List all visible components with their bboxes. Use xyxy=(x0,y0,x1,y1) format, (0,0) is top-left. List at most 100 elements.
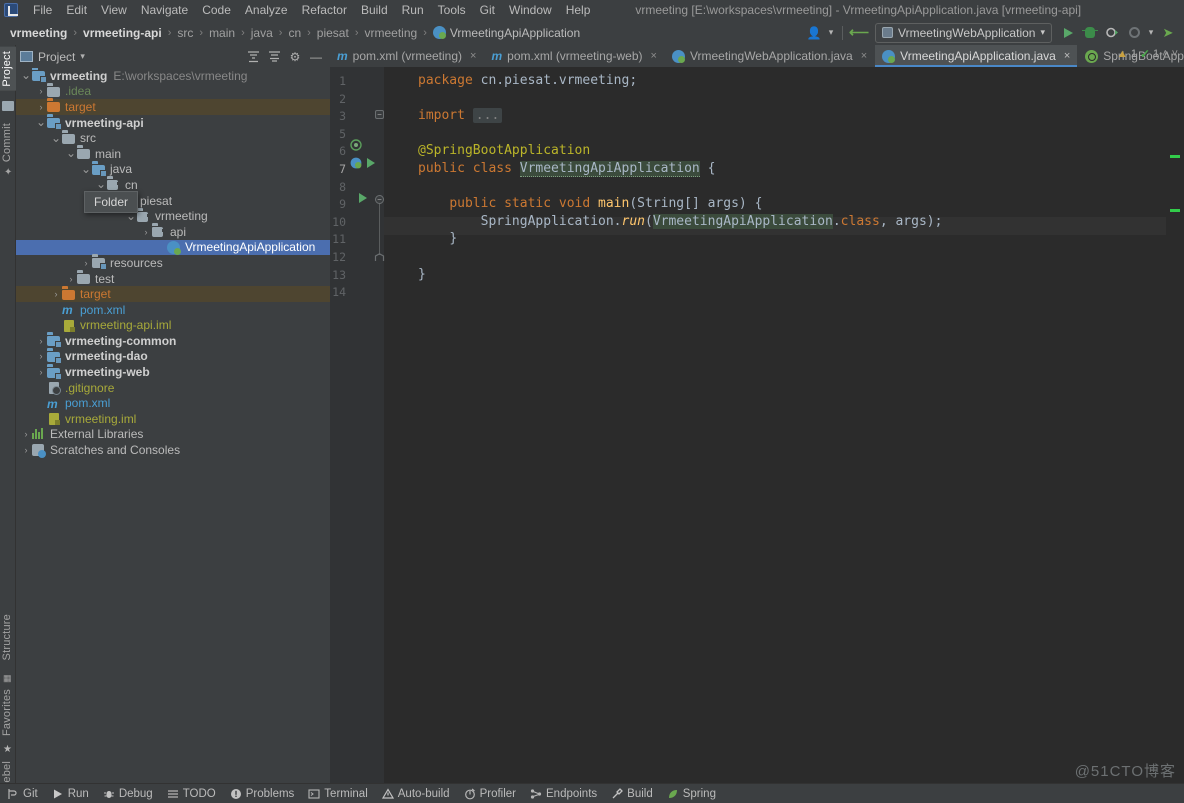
jrebel-icon[interactable]: ➤ xyxy=(1158,23,1178,43)
menu-item-view[interactable]: View xyxy=(94,0,134,20)
chevron-right-icon[interactable]: › xyxy=(35,336,47,346)
tree-row[interactable]: ⌄ java xyxy=(16,162,330,178)
fold-method-start-icon[interactable]: − xyxy=(375,195,384,204)
bottom-tab-spring[interactable]: Spring xyxy=(660,787,723,801)
close-tab-icon[interactable]: × xyxy=(861,50,867,62)
editor-marker-bar[interactable] xyxy=(1166,67,1184,783)
sidebar-item-commit[interactable]: Commit xyxy=(0,119,16,166)
bottom-tab-build[interactable]: Build xyxy=(604,787,660,801)
prev-problem-icon[interactable]: ˄ xyxy=(1162,48,1168,60)
breadcrumb-item-vrmeeting[interactable]: vrmeeting xyxy=(8,25,69,41)
menu-item-file[interactable]: File xyxy=(26,0,59,20)
profiler-icon[interactable] xyxy=(1124,23,1144,43)
menu-item-help[interactable]: Help xyxy=(559,0,598,20)
tree-row[interactable]: vrmeeting-api.iml xyxy=(16,318,330,334)
editor-tab-pom-xml-vrmeeting-web-[interactable]: m pom.xml (vrmeeting-web) × xyxy=(484,45,665,67)
editor-tab-pom-xml-vrmeeting-[interactable]: m pom.xml (vrmeeting) × xyxy=(330,45,485,67)
sidebar-item-project[interactable]: Project xyxy=(0,47,16,91)
debug-bug-icon[interactable] xyxy=(1080,23,1100,43)
sidebar-item-favorites[interactable]: Favorites xyxy=(0,685,16,740)
menu-item-refactor[interactable]: Refactor xyxy=(295,0,354,20)
menu-item-git[interactable]: Git xyxy=(473,0,502,20)
tree-row[interactable]: VrmeetingApiApplication xyxy=(16,239,330,256)
bottom-tab-run[interactable]: Run xyxy=(45,787,96,801)
back-arrow-icon[interactable]: ⟵ xyxy=(849,23,869,43)
collapse-all-button[interactable] xyxy=(264,47,284,66)
bottom-tab-auto-build[interactable]: Auto-build xyxy=(375,787,457,801)
menu-item-tools[interactable]: Tools xyxy=(431,0,473,20)
spring-bean-gutter-icon[interactable] xyxy=(350,139,362,154)
fold-import-icon[interactable]: − xyxy=(375,110,384,119)
chevron-right-icon[interactable]: › xyxy=(20,445,32,455)
tree-row[interactable]: ⌄ vrmeeting xyxy=(16,208,330,224)
tree-row[interactable]: .gitignore xyxy=(16,380,330,396)
bottom-tab-problems[interactable]: Problems xyxy=(223,787,302,801)
chevron-down-icon[interactable]: ▾ xyxy=(80,51,85,62)
chevron-right-icon[interactable]: › xyxy=(35,86,47,96)
bottom-tab-debug[interactable]: Debug xyxy=(96,787,160,801)
tree-row[interactable]: › vrmeeting-dao xyxy=(16,349,330,365)
sidebar-item-structure[interactable]: Structure xyxy=(0,610,16,664)
tree-row[interactable]: › Scratches and Consoles xyxy=(16,442,330,458)
bottom-tab-endpoints[interactable]: Endpoints xyxy=(523,787,604,801)
toolbar-user-caret-icon[interactable]: ▾ xyxy=(826,23,836,43)
chevron-down-icon[interactable]: ⌄ xyxy=(125,210,137,222)
close-tab-icon[interactable]: × xyxy=(470,50,476,62)
bottom-tab-terminal[interactable]: Terminal xyxy=(301,787,374,801)
chevron-down-icon[interactable]: ⌄ xyxy=(50,132,62,144)
settings-gear-icon[interactable]: ⚙ xyxy=(285,47,305,66)
hide-panel-button[interactable]: — xyxy=(306,47,326,66)
close-tab-icon[interactable]: × xyxy=(651,50,657,62)
chevron-down-icon[interactable]: ⌄ xyxy=(80,163,92,175)
menu-item-window[interactable]: Window xyxy=(502,0,559,20)
chevron-down-icon[interactable]: ⌄ xyxy=(35,116,47,128)
chevron-down-icon[interactable]: ⌄ xyxy=(65,147,77,159)
breadcrumb-item-main[interactable]: main xyxy=(207,25,237,41)
tree-row[interactable]: › api xyxy=(16,224,330,240)
tree-row[interactable]: ⌄ vrmeeting E:\workspaces\vrmeeting xyxy=(16,68,330,84)
chevron-right-icon[interactable]: › xyxy=(65,274,77,284)
chevron-down-icon[interactable]: ⌄ xyxy=(95,178,107,190)
tree-row[interactable]: › resources xyxy=(16,255,330,271)
chevron-right-icon[interactable]: › xyxy=(80,258,92,268)
breadcrumb-item-vrmeeting[interactable]: vrmeeting xyxy=(363,25,420,41)
breadcrumb-item-src[interactable]: src xyxy=(175,25,195,41)
editor-tab-vrmeetingwebapplication-java[interactable]: VrmeetingWebApplication.java × xyxy=(665,45,876,67)
breadcrumb-item-vrmeeting-api[interactable]: vrmeeting-api xyxy=(81,25,164,41)
user-avatar-icon[interactable]: 👤 xyxy=(804,23,824,43)
chevron-right-icon[interactable]: › xyxy=(140,227,152,237)
marker-stripe[interactable] xyxy=(1170,155,1180,158)
chevron-right-icon[interactable]: › xyxy=(35,102,47,112)
editor-gutter[interactable]: 1 2 3 5 6 7 8 9 10 11 12 13 14 − − xyxy=(330,67,385,783)
tree-row[interactable]: ⌄ cn xyxy=(16,177,330,193)
breadcrumb-item-cn[interactable]: cn xyxy=(286,25,303,41)
tree-row[interactable]: › External Libraries xyxy=(16,427,330,443)
tree-row[interactable]: ⌄ src xyxy=(16,130,330,146)
run-play-icon[interactable] xyxy=(1058,23,1078,43)
tree-row[interactable]: › vrmeeting-web xyxy=(16,364,330,380)
tree-row[interactable]: ⌄ main xyxy=(16,146,330,162)
menu-item-build[interactable]: Build xyxy=(354,0,395,20)
marker-stripe[interactable] xyxy=(1170,209,1180,212)
bottom-tab-profiler[interactable]: Profiler xyxy=(457,787,523,801)
run-main-gutter-icon[interactable] xyxy=(358,192,368,207)
spring-boot-run-gutter-icon[interactable] xyxy=(350,157,362,172)
tree-row[interactable]: m pom.xml xyxy=(16,302,330,318)
tree-row[interactable]: m pom.xml xyxy=(16,395,330,411)
run-class-gutter-icon[interactable] xyxy=(366,157,376,172)
tree-row[interactable]: › test xyxy=(16,271,330,287)
chevron-right-icon[interactable]: › xyxy=(50,289,62,299)
run-with-coverage-icon[interactable] xyxy=(1102,23,1122,43)
tree-row[interactable]: vrmeeting.iml xyxy=(16,411,330,427)
chevron-right-icon[interactable]: › xyxy=(35,351,47,361)
tree-row[interactable]: › target xyxy=(16,99,330,115)
menu-item-analyze[interactable]: Analyze xyxy=(238,0,295,20)
menu-item-run[interactable]: Run xyxy=(395,0,431,20)
menu-item-code[interactable]: Code xyxy=(195,0,238,20)
menu-item-navigate[interactable]: Navigate xyxy=(134,0,195,20)
inspection-widget[interactable]: ▲ 1 ✓ 1 ˄ ˅ xyxy=(1117,47,1178,61)
next-problem-icon[interactable]: ˅ xyxy=(1172,48,1178,60)
tree-row[interactable]: › vrmeeting-common xyxy=(16,333,330,349)
breadcrumb-item-java[interactable]: java xyxy=(249,25,275,41)
expand-all-button[interactable] xyxy=(243,47,263,66)
